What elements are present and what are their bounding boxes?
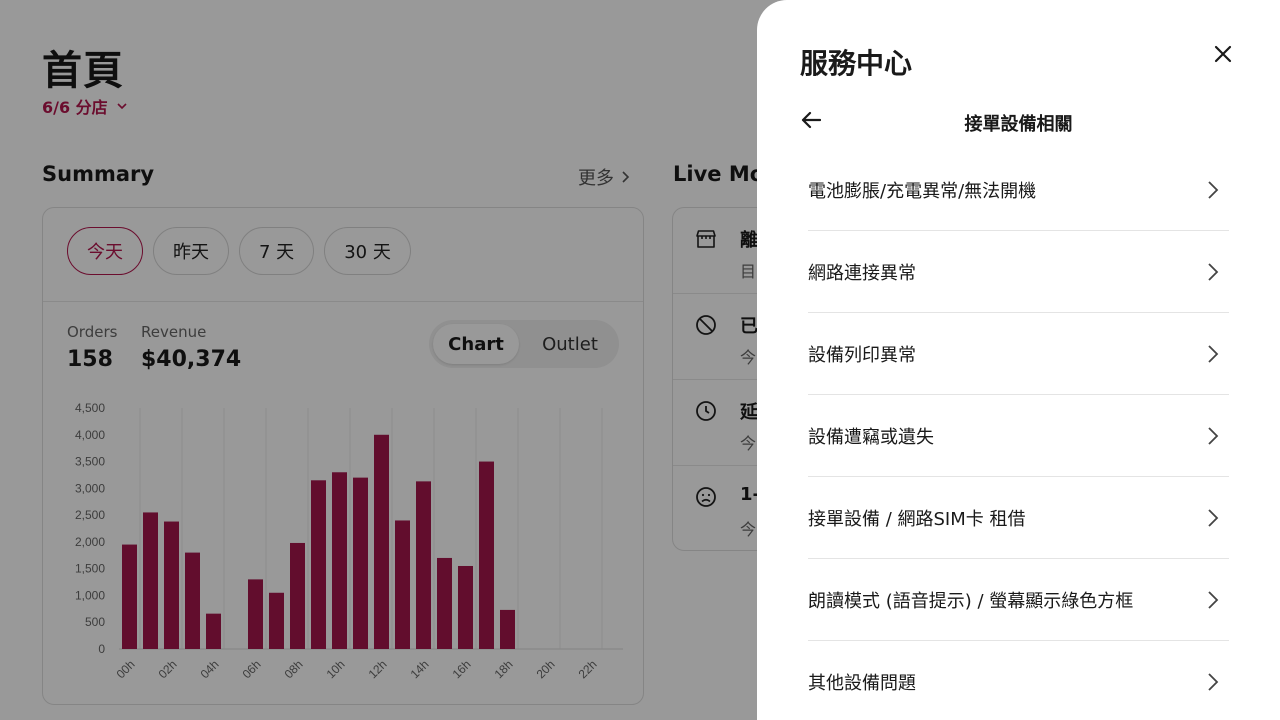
chevron-right-icon (1208, 262, 1219, 281)
menu-item-label: 設備列印異常 (808, 344, 916, 366)
menu-item-label: 接單設備 / 網路SIM卡 租借 (808, 508, 1026, 530)
chevron-right-icon (1208, 590, 1219, 609)
menu-item[interactable]: 朗讀模式 (語音提示) / 螢幕顯示綠色方框 (808, 559, 1229, 641)
menu-item[interactable]: 其他設備問題 (808, 641, 1229, 720)
close-icon (1214, 45, 1232, 63)
chevron-right-icon (1208, 426, 1219, 445)
chevron-right-icon (1208, 673, 1219, 691)
chevron-right-icon (1208, 508, 1219, 527)
service-center-panel: 服務中心 接單設備相關 電池膨脹/充電異常/無法開機 網路連接異常 設備列印異常… (757, 0, 1280, 720)
menu-item-label: 朗讀模式 (語音提示) / 螢幕顯示綠色方框 (808, 590, 1134, 612)
close-button[interactable] (1211, 42, 1235, 66)
menu-item-label: 電池膨脹/充電異常/無法開機 (808, 180, 1037, 202)
menu-item[interactable]: 接單設備 / 網路SIM卡 租借 (808, 477, 1229, 559)
menu-item[interactable]: 電池膨脹/充電異常/無法開機 (808, 149, 1229, 231)
menu-item[interactable]: 設備遭竊或遺失 (808, 395, 1229, 477)
panel-subtitle: 接單設備相關 (964, 114, 1073, 135)
service-menu: 電池膨脹/充電異常/無法開機 網路連接異常 設備列印異常 設備遭竊或遺失 接單設… (808, 149, 1229, 720)
menu-item-label: 其他設備問題 (808, 673, 916, 694)
menu-item[interactable]: 設備列印異常 (808, 313, 1229, 395)
panel-title: 服務中心 (800, 47, 913, 80)
menu-item-label: 網路連接異常 (808, 262, 916, 284)
chevron-right-icon (1208, 180, 1219, 199)
chevron-right-icon (1208, 344, 1219, 363)
menu-item[interactable]: 網路連接異常 (808, 231, 1229, 313)
menu-item-label: 設備遭竊或遺失 (808, 426, 934, 448)
